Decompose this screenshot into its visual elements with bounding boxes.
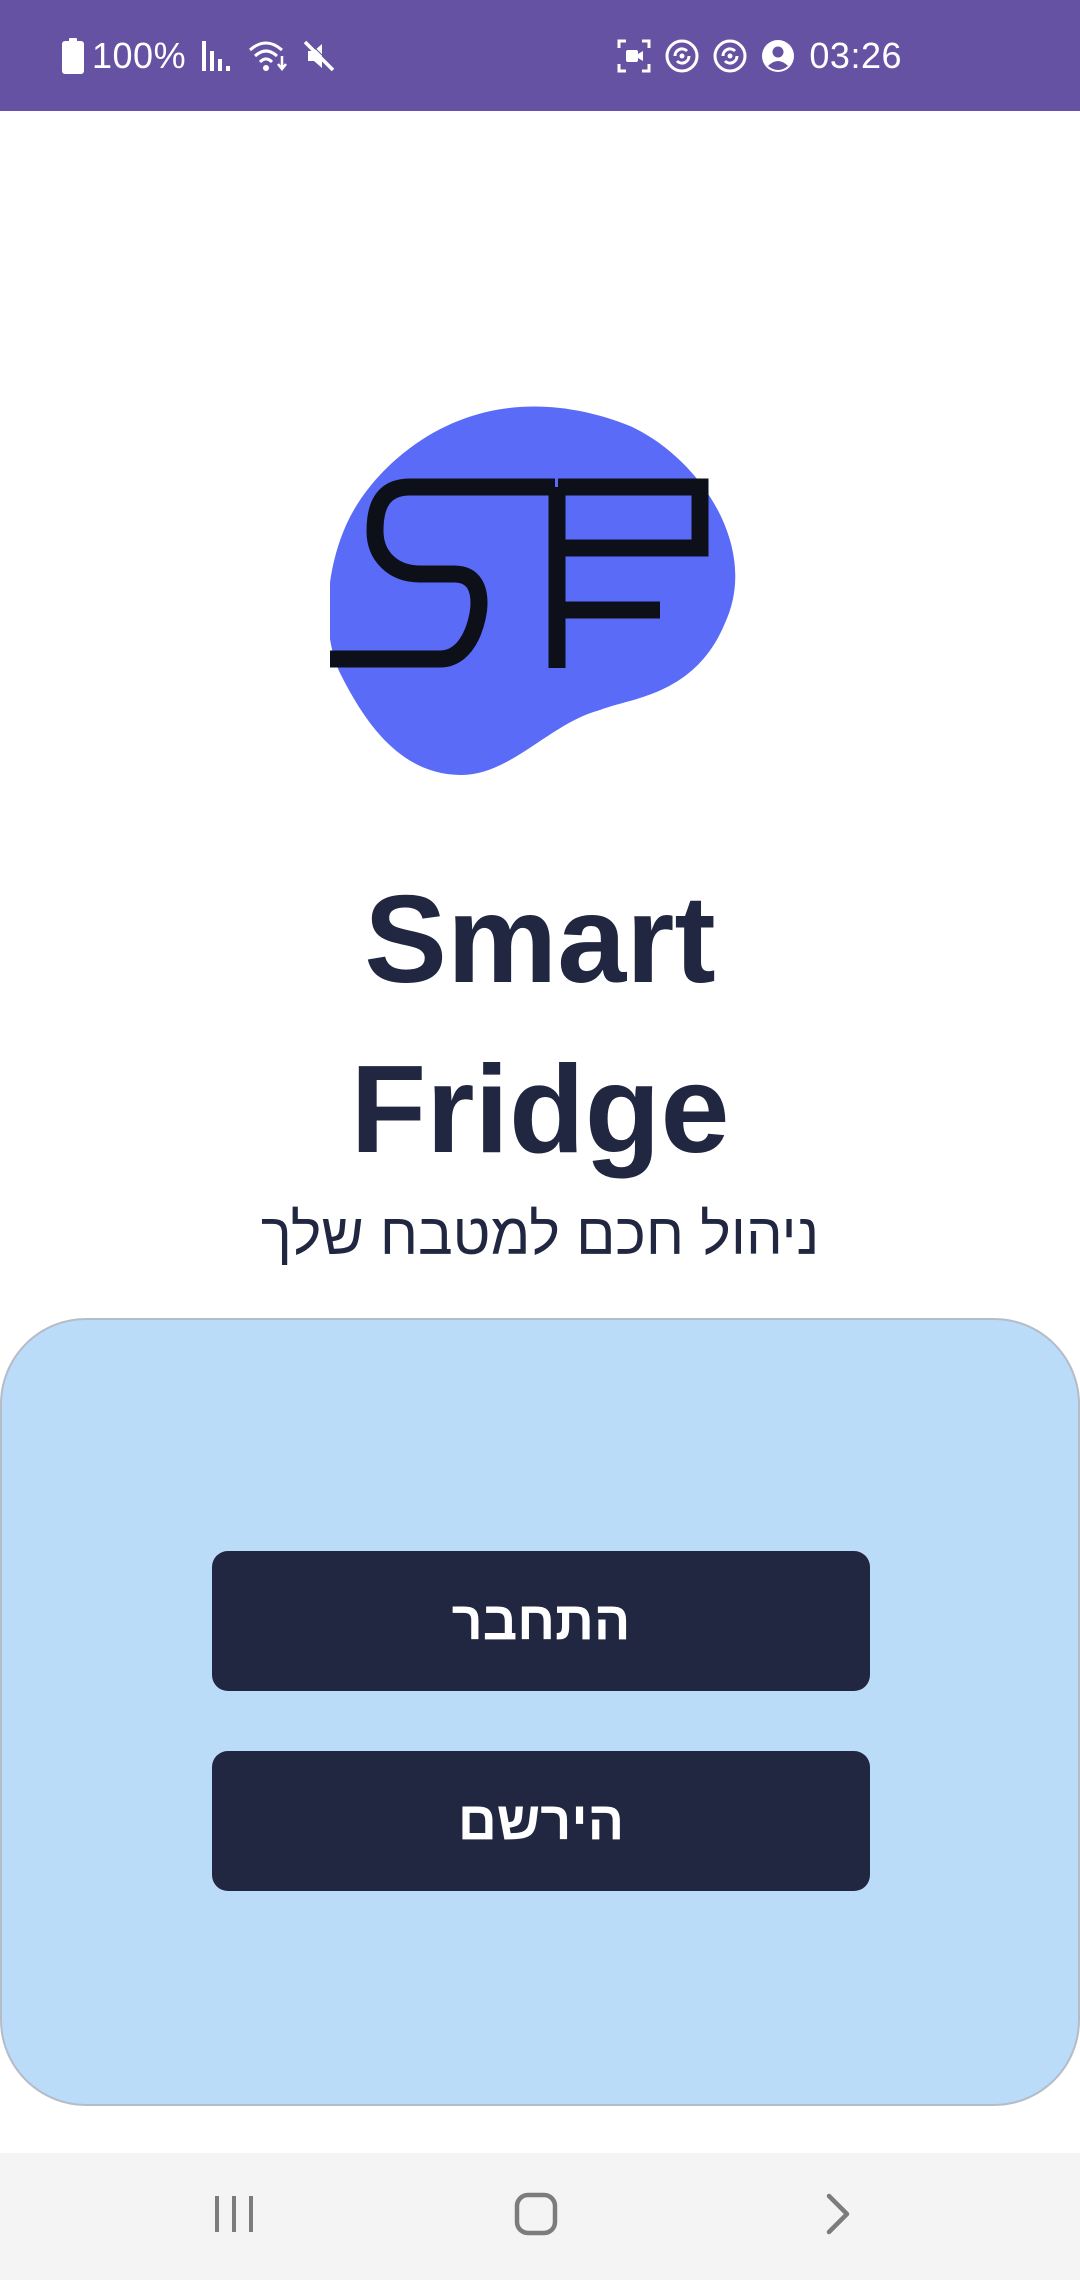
register-button[interactable]: הירשם <box>212 1751 870 1891</box>
app-subtitle: ניהול חכם למטבח שלך <box>260 1202 820 1267</box>
home-icon <box>514 2192 558 2241</box>
account-icon <box>761 39 795 73</box>
recents-button[interactable] <box>164 2153 304 2280</box>
mute-icon <box>302 39 336 73</box>
status-right: 03:26 <box>617 0 902 111</box>
recents-icon <box>213 2194 255 2239</box>
app-logo <box>330 398 745 776</box>
status-left: 100% <box>62 0 336 111</box>
clock: 03:26 <box>809 34 902 76</box>
battery-icon <box>62 37 84 74</box>
login-button[interactable]: התחבר <box>212 1551 870 1691</box>
wifi-icon <box>248 40 288 72</box>
screen-record-icon <box>617 39 651 73</box>
battery-level: 100% <box>92 34 187 76</box>
sync-icon <box>713 39 747 73</box>
back-button[interactable] <box>768 2153 908 2280</box>
auth-card: התחבר הירשם <box>0 1318 1080 2106</box>
app-title-line-2: Fridge <box>350 1041 730 1179</box>
app-title: Smart Fridge <box>0 855 1080 1195</box>
navigation-bar <box>0 2153 1080 2280</box>
home-button[interactable] <box>466 2153 606 2280</box>
app-title-line-1: Smart <box>364 871 716 1009</box>
back-icon <box>823 2192 853 2241</box>
signal-icon <box>202 40 232 71</box>
status-bar: 100% 03:26 <box>0 0 1080 111</box>
sync-icon <box>665 39 699 73</box>
